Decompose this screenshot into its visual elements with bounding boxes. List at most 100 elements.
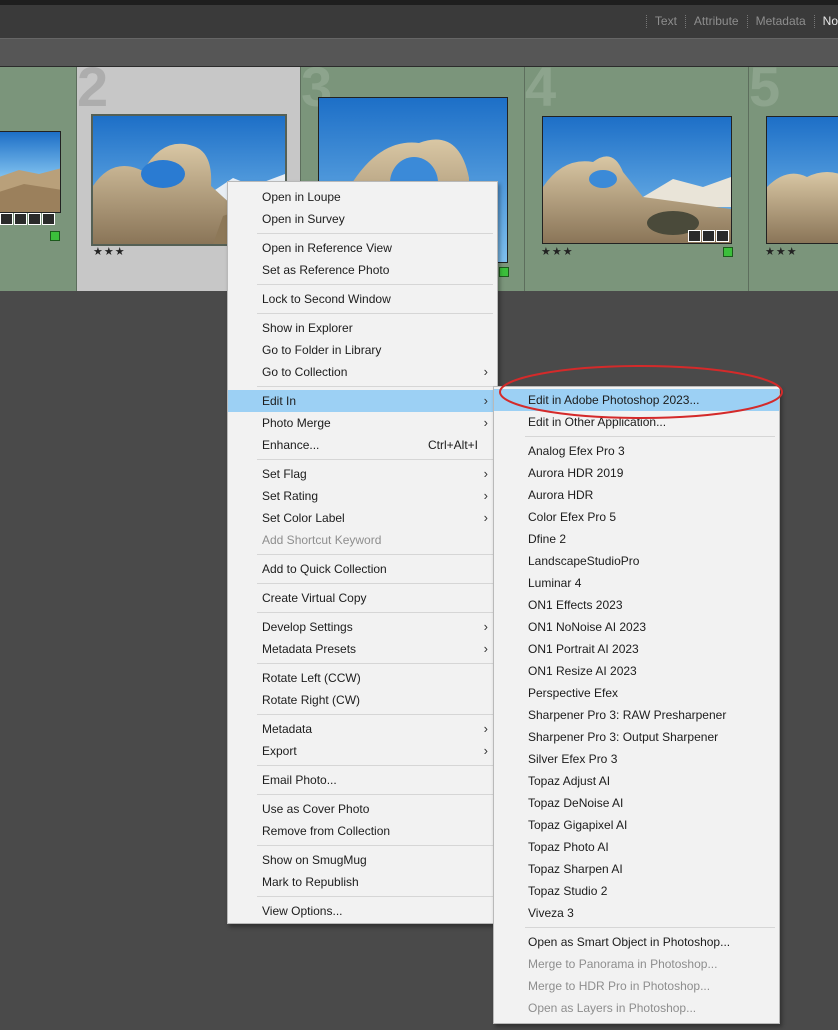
photo-thumbnail[interactable] [766, 116, 838, 244]
menu-item-topaz-gigapixel-ai[interactable]: Topaz Gigapixel AI [494, 814, 779, 836]
menu-separator [257, 386, 493, 387]
menu-item-develop-settings[interactable]: Develop Settings › [228, 616, 497, 638]
library-filter-bar: Text Attribute Metadata No [0, 0, 838, 38]
menu-item-open-in-reference-view[interactable]: Open in Reference View [228, 237, 497, 259]
menu-item-label: ON1 Portrait AI 2023 [528, 642, 639, 656]
separator [684, 14, 686, 28]
keyword-icon [688, 230, 701, 242]
menu-item-set-rating[interactable]: Set Rating › [228, 485, 497, 507]
menu-item-merge-to-panorama-in-photoshop: Merge to Panorama in Photoshop... [494, 953, 779, 975]
menu-item-edit-in-other-application[interactable]: Edit in Other Application... [494, 411, 779, 433]
menu-item-topaz-sharpen-ai[interactable]: Topaz Sharpen AI [494, 858, 779, 880]
chevron-right-icon: › [483, 415, 488, 430]
menu-item-on1-effects-2023[interactable]: ON1 Effects 2023 [494, 594, 779, 616]
menu-item-sharpener-pro-3-raw-presharpener[interactable]: Sharpener Pro 3: RAW Presharpener [494, 704, 779, 726]
menu-item-on1-resize-ai-2023[interactable]: ON1 Resize AI 2023 [494, 660, 779, 682]
menu-item-label: Mark to Republish [262, 875, 359, 889]
menu-item-label: Open as Smart Object in Photoshop... [528, 935, 731, 949]
menu-item-edit-in-adobe-photoshop-2023[interactable]: Edit in Adobe Photoshop 2023... [494, 389, 779, 411]
menu-item-metadata-presets[interactable]: Metadata Presets › [228, 638, 497, 660]
menu-item-topaz-denoise-ai[interactable]: Topaz DeNoise AI [494, 792, 779, 814]
star-rating[interactable]: ★★★ [541, 245, 574, 258]
menu-item-open-in-survey[interactable]: Open in Survey [228, 208, 497, 230]
menu-item-open-as-smart-object-in-photoshop[interactable]: Open as Smart Object in Photoshop... [494, 931, 779, 953]
menu-item-color-efex-pro-5[interactable]: Color Efex Pro 5 [494, 506, 779, 528]
menu-item-label: Set Rating [262, 489, 319, 503]
menu-item-label: Analog Efex Pro 3 [528, 444, 625, 458]
menu-item-open-in-loupe[interactable]: Open in Loupe [228, 186, 497, 208]
menu-item-go-to-folder-in-library[interactable]: Go to Folder in Library [228, 339, 497, 361]
filter-none[interactable]: No [823, 14, 838, 28]
pick-flag-icon [50, 231, 60, 241]
menu-item-topaz-adjust-ai[interactable]: Topaz Adjust AI [494, 770, 779, 792]
menu-item-dfine-2[interactable]: Dfine 2 [494, 528, 779, 550]
menu-item-metadata[interactable]: Metadata › [228, 718, 497, 740]
menu-item-add-to-quick-collection[interactable]: Add to Quick Collection [228, 558, 497, 580]
collection-icon [702, 230, 715, 242]
chevron-right-icon: › [483, 488, 488, 503]
menu-item-label: Sharpener Pro 3: Output Sharpener [528, 730, 719, 744]
menu-item-go-to-collection[interactable]: Go to Collection › [228, 361, 497, 383]
chevron-right-icon: › [483, 393, 488, 408]
photo-thumbnail[interactable] [542, 116, 732, 244]
menu-item-label: Silver Efex Pro 3 [528, 752, 618, 766]
menu-item-topaz-photo-ai[interactable]: Topaz Photo AI [494, 836, 779, 858]
menu-item-edit-in[interactable]: Edit In › [228, 390, 497, 412]
menu-item-label: Metadata [262, 722, 313, 736]
menu-item-label: Use as Cover Photo [262, 802, 370, 816]
menu-item-analog-efex-pro-3[interactable]: Analog Efex Pro 3 [494, 440, 779, 462]
separator [746, 14, 748, 28]
menu-item-view-options[interactable]: View Options... [228, 900, 497, 922]
menu-item-mark-to-republish[interactable]: Mark to Republish [228, 871, 497, 893]
menu-item-topaz-studio-2[interactable]: Topaz Studio 2 [494, 880, 779, 902]
menu-item-enhance[interactable]: Enhance... Ctrl+Alt+I [228, 434, 497, 456]
menu-item-show-on-smugmug[interactable]: Show on SmugMug [228, 849, 497, 871]
menu-item-show-in-explorer[interactable]: Show in Explorer [228, 317, 497, 339]
chevron-right-icon: › [483, 510, 488, 525]
menu-item-label: Topaz Studio 2 [528, 884, 608, 898]
menu-item-set-as-reference-photo[interactable]: Set as Reference Photo [228, 259, 497, 281]
menu-item-luminar-4[interactable]: Luminar 4 [494, 572, 779, 594]
grid-cell[interactable]: 4 ★★★ [525, 67, 749, 291]
menu-item-label: Open in Survey [262, 212, 345, 226]
menu-item-export[interactable]: Export › [228, 740, 497, 762]
menu-item-perspective-efex[interactable]: Perspective Efex [494, 682, 779, 704]
star-rating[interactable]: ★★★ [765, 245, 798, 258]
pick-flag-icon [499, 267, 509, 277]
menu-item-lock-to-second-window[interactable]: Lock to Second Window [228, 288, 497, 310]
menu-item-photo-merge[interactable]: Photo Merge › [228, 412, 497, 434]
menu-item-label: Aurora HDR 2019 [528, 466, 624, 480]
menu-item-landscapestudiopro[interactable]: LandscapeStudioPro [494, 550, 779, 572]
filter-text[interactable]: Text [655, 14, 677, 28]
menu-item-rotate-right-cw[interactable]: Rotate Right (CW) [228, 689, 497, 711]
menu-item-set-flag[interactable]: Set Flag › [228, 463, 497, 485]
pick-flag-icon [723, 247, 733, 257]
menu-item-label: Topaz Gigapixel AI [528, 818, 628, 832]
menu-item-remove-from-collection[interactable]: Remove from Collection [228, 820, 497, 842]
chevron-right-icon: › [483, 364, 488, 379]
filter-metadata[interactable]: Metadata [756, 14, 806, 28]
cell-index: 2 [77, 67, 109, 118]
menu-item-aurora-hdr[interactable]: Aurora HDR [494, 484, 779, 506]
menu-item-on1-nonoise-ai-2023[interactable]: ON1 NoNoise AI 2023 [494, 616, 779, 638]
menu-item-label: Email Photo... [262, 773, 337, 787]
menu-item-silver-efex-pro-3[interactable]: Silver Efex Pro 3 [494, 748, 779, 770]
menu-item-create-virtual-copy[interactable]: Create Virtual Copy [228, 587, 497, 609]
star-rating[interactable]: ★★★ [93, 245, 126, 258]
menu-item-label: Color Efex Pro 5 [528, 510, 617, 524]
menu-item-sharpener-pro-3-output-sharpener[interactable]: Sharpener Pro 3: Output Sharpener [494, 726, 779, 748]
menu-separator [257, 313, 493, 314]
cell-index: 4 [525, 67, 557, 118]
menu-item-aurora-hdr-2019[interactable]: Aurora HDR 2019 [494, 462, 779, 484]
menu-item-rotate-left-ccw[interactable]: Rotate Left (CCW) [228, 667, 497, 689]
grid-cell[interactable]: 5 ★★★ [749, 67, 838, 291]
menu-item-set-color-label[interactable]: Set Color Label › [228, 507, 497, 529]
grid-cell[interactable] [0, 67, 77, 291]
filter-attribute[interactable]: Attribute [694, 14, 739, 28]
menu-item-on1-portrait-ai-2023[interactable]: ON1 Portrait AI 2023 [494, 638, 779, 660]
photo-thumbnail[interactable] [0, 131, 61, 213]
menu-item-viveza-3[interactable]: Viveza 3 [494, 902, 779, 924]
menu-item-use-as-cover-photo[interactable]: Use as Cover Photo [228, 798, 497, 820]
thumbnail-badges [688, 230, 729, 242]
menu-item-email-photo[interactable]: Email Photo... [228, 769, 497, 791]
